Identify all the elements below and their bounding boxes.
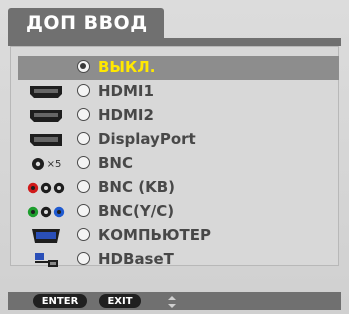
radio-bnc[interactable] bbox=[77, 156, 90, 169]
radio-hdbaset[interactable] bbox=[77, 252, 90, 265]
radio-dot bbox=[80, 63, 86, 69]
bnc-icon: ×5 bbox=[26, 154, 66, 174]
option-bnc-cv[interactable]: BNC (KB) bbox=[18, 176, 339, 200]
enter-key[interactable]: ENTER bbox=[33, 294, 87, 308]
option-label: BNC(Y/C) bbox=[98, 202, 175, 220]
radio-computer[interactable] bbox=[77, 228, 90, 241]
option-hdbaset[interactable]: HDBaseT bbox=[18, 248, 339, 272]
hdmi-icon bbox=[26, 82, 66, 102]
option-label: КОМПЬЮТЕР bbox=[98, 226, 212, 244]
radio-off[interactable] bbox=[77, 60, 90, 73]
option-computer[interactable]: КОМПЬЮТЕР bbox=[18, 224, 339, 248]
title-bar bbox=[8, 38, 341, 46]
option-displayport[interactable]: DisplayPort bbox=[18, 128, 339, 152]
option-label: BNC (KB) bbox=[98, 178, 175, 196]
option-off[interactable]: ВЫКЛ. bbox=[18, 56, 339, 80]
bnc-cv-icon bbox=[26, 178, 66, 198]
hdbaset-icon bbox=[26, 250, 66, 270]
computer-icon bbox=[26, 226, 66, 246]
option-label: HDMI2 bbox=[98, 106, 154, 124]
option-hdmi1[interactable]: HDMI1 bbox=[18, 80, 339, 104]
up-down-arrows-icon bbox=[166, 294, 178, 308]
radio-hdmi1[interactable] bbox=[77, 84, 90, 97]
option-bnc[interactable]: ×5 BNC bbox=[18, 152, 339, 176]
option-label: ВЫКЛ. bbox=[98, 58, 156, 76]
option-label: DisplayPort bbox=[98, 130, 196, 148]
bnc-yc-icon bbox=[26, 202, 66, 222]
option-label: BNC bbox=[98, 154, 133, 172]
displayport-icon bbox=[26, 130, 66, 150]
radio-hdmi2[interactable] bbox=[77, 108, 90, 121]
option-hdmi2[interactable]: HDMI2 bbox=[18, 104, 339, 128]
option-label: HDMI1 bbox=[98, 82, 154, 100]
option-bnc-yc[interactable]: BNC(Y/C) bbox=[18, 200, 339, 224]
radio-displayport[interactable] bbox=[77, 132, 90, 145]
menu-title: ДОП ВВОД bbox=[26, 12, 148, 34]
option-label: HDBaseT bbox=[98, 250, 174, 268]
bnc-count: ×5 bbox=[46, 158, 62, 170]
radio-bnc-yc[interactable] bbox=[77, 204, 90, 217]
radio-bnc-cv[interactable] bbox=[77, 180, 90, 193]
osd-menu: ДОП ВВОД ВЫКЛ. HDMI1 HDMI2 DisplayPort ×… bbox=[0, 0, 349, 314]
exit-key[interactable]: EXIT bbox=[99, 294, 141, 308]
hdmi-icon bbox=[26, 106, 66, 126]
